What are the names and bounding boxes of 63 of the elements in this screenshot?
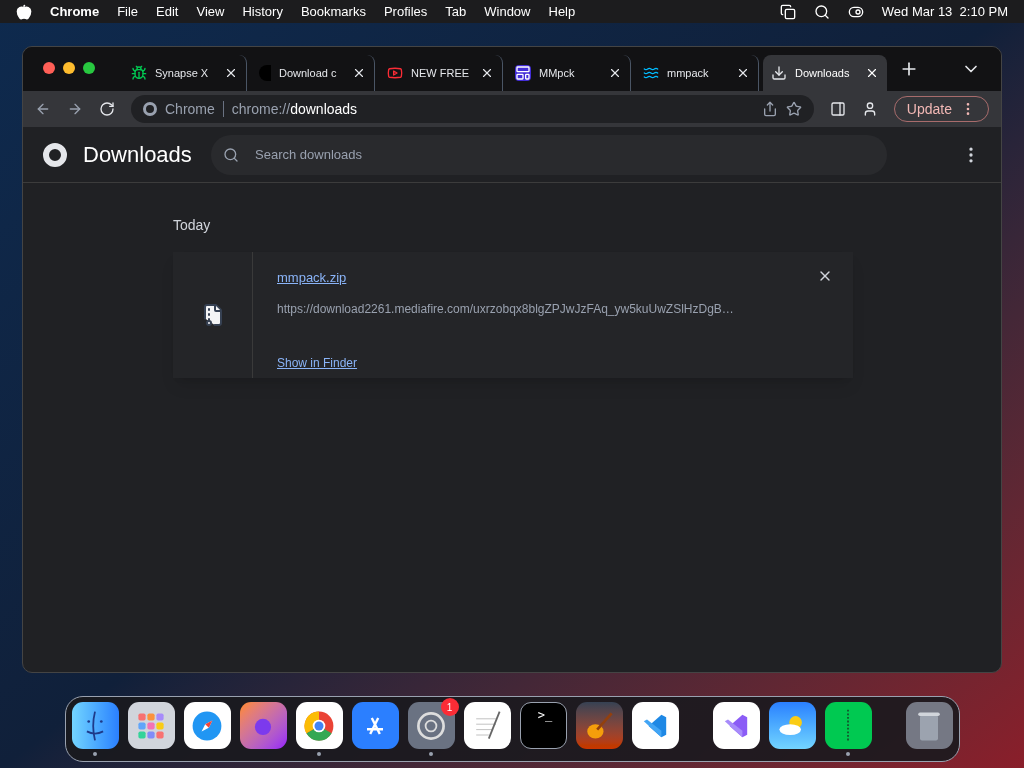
wave-icon — [643, 65, 659, 81]
menu-item[interactable]: File — [117, 1, 139, 22]
search-icon — [223, 146, 239, 163]
apple-icon[interactable] — [16, 3, 32, 20]
app-icon[interactable] — [407, 702, 455, 749]
app-icon[interactable] — [824, 702, 872, 749]
app-icon[interactable] — [71, 702, 119, 749]
app-icon[interactable]: >_ — [519, 702, 567, 749]
close-window-button[interactable] — [43, 62, 55, 74]
close-tab-icon[interactable] — [352, 66, 366, 80]
close-tab-icon[interactable] — [608, 66, 622, 80]
app-icon[interactable] — [575, 702, 623, 749]
bug-icon — [131, 65, 147, 81]
app-icon[interactable] — [183, 702, 231, 749]
date-heading: Today — [173, 216, 212, 235]
app-icon[interactable] — [239, 702, 287, 749]
app-icon[interactable] — [768, 702, 816, 749]
file-name-link[interactable]: mmpack.zip — [277, 270, 347, 285]
browser-tab[interactable]: Downloads — [763, 55, 887, 91]
minimize-window-button[interactable] — [63, 62, 75, 74]
app-icon[interactable] — [127, 702, 175, 749]
app-icon[interactable] — [295, 702, 343, 749]
close-tab-icon[interactable] — [224, 66, 238, 80]
download-icon — [771, 65, 787, 81]
side-panel-icon[interactable] — [829, 101, 846, 117]
show-in-finder-link[interactable]: Show in Finder — [277, 353, 358, 372]
url-text: chrome://downloads — [231, 99, 358, 119]
bookmark-star-icon[interactable] — [785, 101, 802, 117]
download-url: https://download2261.mediafire.com/uxrzobqx8blgZPJwJzFAq_yw5kuUwZSlHzDgB… — [277, 300, 735, 318]
chrome-logo-icon — [143, 102, 157, 116]
search-icon[interactable] — [813, 3, 830, 20]
close-tab-icon[interactable] — [865, 66, 879, 80]
menu-item[interactable]: Tab — [445, 1, 467, 22]
page-icon — [515, 65, 531, 81]
menu-item[interactable]: Window — [484, 1, 531, 22]
notification-badge: 1 — [440, 698, 459, 716]
zoom-window-button[interactable] — [83, 62, 95, 74]
app-icon[interactable] — [905, 702, 953, 749]
video-icon — [387, 65, 403, 81]
forward-icon[interactable] — [67, 101, 83, 117]
menu-item[interactable]: Help — [548, 1, 576, 22]
chrome-logo-icon — [43, 142, 67, 167]
close-tab-icon[interactable] — [480, 66, 494, 80]
reload-icon[interactable] — [99, 101, 115, 117]
menu-item[interactable]: View — [196, 1, 225, 22]
menu-item[interactable]: Bookmarks — [300, 1, 366, 22]
screen-mirror-icon[interactable] — [779, 3, 796, 20]
search-field[interactable]: Search downloads — [211, 134, 887, 175]
close-tab-icon[interactable] — [736, 66, 750, 80]
address-bar[interactable]: Chrome chrome://downloads — [131, 95, 814, 123]
back-icon[interactable] — [35, 101, 51, 117]
menu-item[interactable]: Profiles — [383, 1, 428, 22]
page-title: Downloads — [83, 141, 193, 169]
share-icon[interactable] — [761, 101, 778, 117]
app-icon[interactable] — [712, 702, 760, 749]
menu-clock[interactable]: Wed Mar 13 2:10 PM — [881, 1, 1008, 22]
app-icon[interactable] — [463, 702, 511, 749]
app-menu[interactable]: Chrome — [50, 1, 100, 22]
menu-item[interactable]: Edit — [156, 1, 179, 22]
app-icon[interactable] — [351, 702, 399, 749]
site-label: Chrome — [165, 99, 215, 119]
menu-item[interactable]: History — [242, 1, 283, 22]
app-icon[interactable] — [631, 702, 679, 749]
